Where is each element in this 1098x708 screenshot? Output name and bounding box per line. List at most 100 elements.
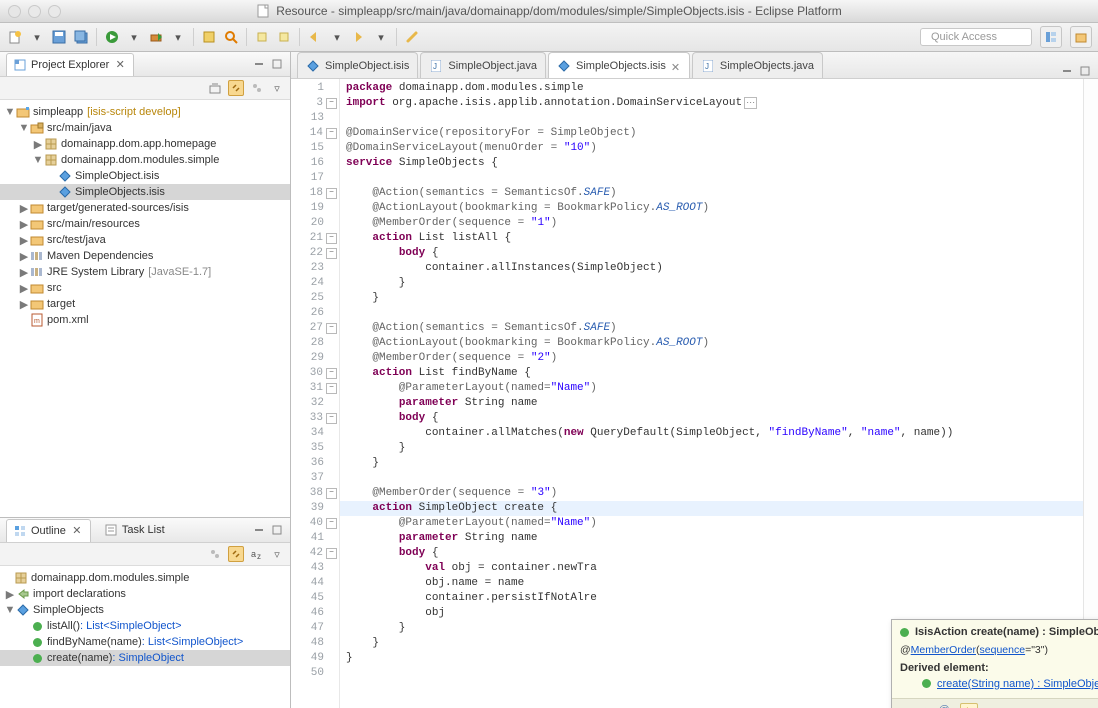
maximize-editor-icon[interactable] (1078, 64, 1092, 78)
project-explorer-icon (13, 58, 27, 72)
maximize-view-icon[interactable] (270, 523, 284, 537)
prev-annotation-button[interactable] (275, 28, 293, 46)
overview-ruler[interactable] (1083, 79, 1098, 708)
sort-icon[interactable]: az (250, 547, 264, 561)
focus-task-icon[interactable] (250, 81, 264, 95)
tasklist-tab[interactable]: Task List (97, 518, 172, 542)
workbench: Project Explorer ✕ ▿ ▼simpleapp[isis-scr… (0, 52, 1098, 708)
view-menu-icon[interactable]: ▿ (270, 81, 284, 95)
isis-file-icon (557, 59, 571, 73)
back-dropdown-icon[interactable]: ▾ (328, 28, 346, 46)
separator (193, 28, 194, 46)
outline-listall-row[interactable]: listAll() : List<SimpleObject> (0, 618, 290, 634)
outline-toolbar: az ▿ (0, 543, 290, 566)
eclipse-window: Resource - simpleapp/src/main/java/domai… (0, 0, 1098, 708)
src-main-java-node[interactable]: ▼src/main/java (0, 120, 290, 136)
outline-create-row[interactable]: create(name) : SimpleObject (0, 650, 290, 666)
link-editor-icon[interactable] (228, 80, 244, 96)
outline-service-row[interactable]: ▼SimpleObjects (0, 602, 290, 618)
view-menu-icon[interactable]: ▿ (270, 547, 284, 561)
quick-access-input[interactable]: Quick Access (920, 28, 1032, 46)
class-icon (16, 603, 30, 617)
outline-label: Outline (31, 525, 66, 537)
save-all-button[interactable] (72, 28, 90, 46)
maven-deps-node[interactable]: ▶Maven Dependencies (0, 248, 290, 264)
src-test-java-node[interactable]: ▶src/test/java (0, 232, 290, 248)
pom-icon: m (30, 313, 44, 327)
outline-findbyname-row[interactable]: findByName(name) : List<SimpleObject> (0, 634, 290, 650)
tab-simpleobject-isis[interactable]: SimpleObject.isis (297, 52, 418, 78)
tab-simpleobjects-isis[interactable]: SimpleObjects.isis✕ (548, 52, 690, 78)
link-editor-icon[interactable] (228, 546, 244, 562)
forward-button[interactable] (350, 28, 368, 46)
method-icon (30, 619, 44, 633)
pkg-simple-node[interactable]: ▼domainapp.dom.modules.simple (0, 152, 290, 168)
generate-button[interactable] (200, 28, 218, 46)
run-button[interactable] (103, 28, 121, 46)
close-icon[interactable]: ✕ (671, 61, 681, 71)
code-content[interactable]: package domainapp.dom.modules.simpleimpo… (340, 79, 1083, 708)
search-button[interactable] (222, 28, 240, 46)
focus-icon[interactable] (208, 547, 222, 561)
maximize-view-icon[interactable] (270, 57, 284, 71)
pom-node[interactable]: mpom.xml (0, 312, 290, 328)
open-perspective-button[interactable] (1040, 26, 1062, 48)
isis-file-icon (306, 59, 320, 73)
file-simpleobject-isis[interactable]: SimpleObject.isis (0, 168, 290, 184)
run-dropdown-icon[interactable]: ▾ (125, 28, 143, 46)
project-explorer-tab[interactable]: Project Explorer ✕ (6, 53, 134, 76)
pin-button[interactable] (403, 28, 421, 46)
close-icon[interactable]: ✕ (113, 58, 127, 72)
java-file-icon: J (429, 59, 443, 73)
source-folder-icon (30, 217, 44, 231)
outline-pkg-row[interactable]: domainapp.dom.modules.simple (0, 570, 290, 586)
back-icon[interactable]: ⇦ (900, 704, 909, 708)
minimize-view-icon[interactable] (252, 523, 266, 537)
ext-tools-button[interactable] (147, 28, 165, 46)
svg-text:J: J (705, 62, 709, 71)
project-explorer-tree[interactable]: ▼simpleapp[isis-script develop] ▼src/mai… (0, 100, 290, 517)
forward-icon[interactable]: ⇨ (919, 704, 928, 708)
resource-perspective-button[interactable] (1070, 26, 1092, 48)
java-file-icon: J (701, 59, 715, 73)
src-main-res-node[interactable]: ▶src/main/resources (0, 216, 290, 232)
outline-imports-row[interactable]: ▶import declarations (0, 586, 290, 602)
tab-simpleobjects-java[interactable]: JSimpleObjects.java (692, 52, 823, 78)
svg-text:a: a (251, 549, 256, 559)
tab-simpleobject-java[interactable]: JSimpleObject.java (420, 52, 546, 78)
src-folder-node[interactable]: ▶src (0, 280, 290, 296)
line-number-gutter: 13−1314−15161718−192021−22−2324252627−28… (291, 79, 340, 708)
minimize-editor-icon[interactable] (1060, 64, 1074, 78)
editor-tabs: SimpleObject.isis JSimpleObject.java Sim… (291, 52, 1098, 79)
gen-sources-node[interactable]: ▶target/generated-sources/isis (0, 200, 290, 216)
file-simpleobjects-isis[interactable]: SimpleObjects.isis (0, 184, 290, 200)
close-window-icon[interactable] (8, 5, 21, 18)
project-explorer-header: Project Explorer ✕ (0, 52, 290, 77)
outline-tab[interactable]: Outline ✕ (6, 519, 91, 542)
target-folder-node[interactable]: ▶target (0, 296, 290, 312)
save-button[interactable] (50, 28, 68, 46)
svg-text:m: m (34, 318, 40, 325)
close-icon[interactable]: ✕ (70, 524, 84, 538)
file-icon (256, 4, 270, 18)
zoom-window-icon[interactable] (48, 5, 61, 18)
jre-node[interactable]: ▶JRE System Library[JavaSE-1.7] (0, 264, 290, 280)
minimize-window-icon[interactable] (28, 5, 41, 18)
at-icon[interactable]: @ (938, 704, 949, 708)
project-node[interactable]: ▼simpleapp[isis-script develop] (0, 104, 290, 120)
collapse-all-icon[interactable] (208, 81, 222, 95)
ext-tools-dropdown-icon[interactable]: ▾ (169, 28, 187, 46)
next-annotation-button[interactable] (253, 28, 271, 46)
outline-view: Outline ✕ Task List az (0, 517, 290, 708)
pkg-homepage-node[interactable]: ▶domainapp.dom.app.homepage (0, 136, 290, 152)
forward-dropdown-icon[interactable]: ▾ (372, 28, 390, 46)
new-button[interactable] (6, 28, 24, 46)
new-dropdown-icon[interactable]: ▾ (28, 28, 46, 46)
library-icon (30, 265, 44, 279)
outline-tree[interactable]: domainapp.dom.modules.simple ▶import dec… (0, 566, 290, 708)
editor-area[interactable]: 13−1314−15161718−192021−22−2324252627−28… (291, 79, 1098, 708)
open-declaration-icon[interactable] (960, 703, 978, 708)
outline-icon (13, 524, 27, 538)
minimize-view-icon[interactable] (252, 57, 266, 71)
back-button[interactable] (306, 28, 324, 46)
